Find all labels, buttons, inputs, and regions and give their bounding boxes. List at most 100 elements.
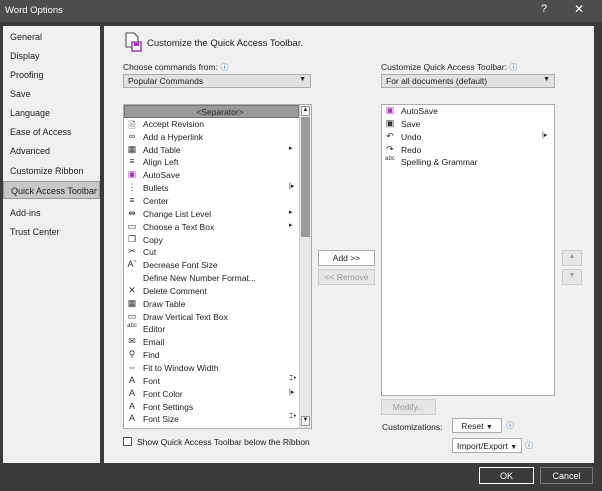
list-level-icon: ⇹ xyxy=(128,207,136,218)
list-item[interactable]: 🗎 Accept Revision xyxy=(124,118,299,131)
list-item[interactable]: abc Spelling & Grammar xyxy=(382,156,554,169)
modify-button[interactable]: Modify... xyxy=(381,399,436,415)
reset-button[interactable]: Reset ▼ xyxy=(452,418,502,433)
align-left-icon: ≡ xyxy=(129,156,135,167)
scroll-up-button[interactable]: ▲ xyxy=(301,106,310,116)
save-icon: ▣ xyxy=(127,169,137,180)
combo-icon: ⌶▾ xyxy=(289,413,297,421)
sidebar: General Display Proofing Save Language Ease o… xyxy=(3,26,100,463)
customize-toolbar-label: Customize Quick Access Toolbar: xyxy=(381,62,507,72)
title-bar: Word Options ? ✕ xyxy=(0,0,602,22)
list-item[interactable]: ✂ Cut xyxy=(124,246,299,259)
list-item-label: AutoSave xyxy=(143,170,180,181)
sidebar-item-proofing[interactable]: Proofing xyxy=(3,66,100,84)
list-item[interactable]: A Font Size ⌶▾ xyxy=(124,413,299,426)
chevron-down-icon: ▼ xyxy=(510,444,518,451)
sidebar-item-add-ins[interactable]: Add-ins xyxy=(3,204,100,222)
show-below-ribbon-label: Show Quick Access Toolbar below the Ribb… xyxy=(137,437,310,447)
list-item[interactable]: ▦ Draw Table xyxy=(124,298,299,311)
submenu-arrow-icon: ▸ xyxy=(289,208,293,216)
list-item[interactable]: ∞ Add a Hyperlink xyxy=(124,131,299,144)
list-item[interactable]: ≡ Align Left xyxy=(124,156,299,169)
move-down-button[interactable]: ▼ xyxy=(562,269,582,285)
list-item-label: Fit to Window Width xyxy=(143,363,219,373)
customize-toolbar-value: For all documents (default) xyxy=(386,76,488,86)
info-icon[interactable]: ⓘ xyxy=(220,63,228,72)
list-item[interactable]: abc Editor xyxy=(124,323,299,336)
ok-button[interactable]: OK xyxy=(479,467,534,484)
remove-button[interactable]: << Remove xyxy=(318,269,375,285)
list-item-label: <Separator> xyxy=(196,107,244,117)
list-item[interactable]: ✉ Email xyxy=(124,336,299,349)
list-item[interactable]: ⇔ Fit to Window Width xyxy=(124,362,299,375)
sidebar-item-display[interactable]: Display xyxy=(3,47,100,65)
redo-icon: ↷ xyxy=(386,143,394,154)
list-item[interactable]: A Font Color |▸ xyxy=(124,388,299,401)
copy-icon: ❐ xyxy=(127,233,137,244)
list-item[interactable]: ≡ Center xyxy=(124,195,299,208)
sidebar-item-language[interactable]: Language xyxy=(3,104,100,122)
list-item-label: Font Color xyxy=(143,388,183,399)
list-item[interactable]: A Font Settings xyxy=(124,401,299,414)
submenu-arrow-icon: |▸ xyxy=(289,388,295,396)
scrollbar-thumb[interactable] xyxy=(301,117,310,237)
toolbar-items-list[interactable]: abc Spelling & Grammar ↷ Redo ↶ Undo |▸ ▣ Save ▣ A… xyxy=(381,104,555,396)
help-button[interactable]: ? xyxy=(541,3,547,15)
list-item[interactable]: Define New Number Format... xyxy=(124,272,299,285)
sidebar-item-general[interactable]: General xyxy=(3,28,100,46)
font-decrease-icon: Aˇ xyxy=(127,259,137,270)
commands-list[interactable]: A Font Size ⌶▾ A Font Settings A Font Color |▸ A… xyxy=(123,104,312,429)
list-item[interactable]: <Separator> xyxy=(124,105,299,118)
list-item[interactable]: ❐ Copy xyxy=(124,234,299,247)
import-export-button[interactable]: Import/Export ▼ xyxy=(452,438,522,453)
list-item[interactable]: ⋮ Bullets |▸ xyxy=(124,182,299,195)
save-icon: ▣ xyxy=(385,105,395,115)
sidebar-item-quick-access-toolbar[interactable]: Quick Access Toolbar xyxy=(3,181,100,199)
list-item[interactable]: ▣ Save xyxy=(382,118,554,131)
close-button[interactable]: ✕ xyxy=(574,2,584,16)
font-settings-icon: A xyxy=(128,400,135,411)
sidebar-item-save[interactable]: Save xyxy=(3,85,100,103)
list-item[interactable]: ⚲ Find xyxy=(124,349,299,362)
list-item[interactable]: ⇹ Change List Level ▸ xyxy=(124,208,299,221)
list-item[interactable]: Aˇ Decrease Font Size xyxy=(124,259,299,272)
list-item[interactable]: ▣ AutoSave xyxy=(382,105,554,118)
show-below-ribbon-checkbox[interactable] xyxy=(123,437,132,446)
list-item-label: Find xyxy=(143,350,160,361)
list-item-label: Undo xyxy=(401,131,422,142)
submenu-arrow-icon: |▸ xyxy=(542,131,548,139)
add-button[interactable]: Add >> xyxy=(318,250,375,266)
list-item[interactable]: A Font ⌶▾ xyxy=(124,375,299,388)
move-up-button[interactable]: ▲ xyxy=(562,250,582,266)
list-item-label: Font xyxy=(143,375,161,386)
sidebar-item-ease-of-access[interactable]: Ease of Access xyxy=(3,123,100,141)
accept-revision-icon: 🗎 xyxy=(128,119,136,130)
text-box-icon: ▭ xyxy=(127,220,137,231)
sidebar-item-trust-center[interactable]: Trust Center xyxy=(3,223,100,241)
list-item[interactable]: ▭ Draw Vertical Text Box xyxy=(124,311,299,324)
list-item-label: Cut xyxy=(143,247,157,258)
list-item[interactable]: ▣ AutoSave xyxy=(124,169,299,182)
submenu-arrow-icon: ▸ xyxy=(289,221,293,229)
sidebar-item-customize-ribbon[interactable]: Customize Ribbon xyxy=(3,162,100,180)
info-icon[interactable]: ⓘ xyxy=(506,420,514,431)
cancel-button[interactable]: Cancel xyxy=(540,467,593,484)
combo-icon: ⌶▾ xyxy=(289,374,297,382)
reset-label: Reset xyxy=(461,421,484,431)
list-item[interactable]: ↶ Undo |▸ xyxy=(382,131,554,144)
choose-commands-dropdown[interactable]: Popular Commands ▼ xyxy=(123,74,311,88)
list-item[interactable]: ↷ Redo xyxy=(382,143,554,157)
list-item[interactable]: ▦ Add Table ▸ xyxy=(124,144,299,157)
list-item[interactable]: ✕ Delete Comment xyxy=(124,285,299,298)
font-icon: A xyxy=(128,374,135,385)
commands-scrollbar[interactable]: ▲ ▼ xyxy=(299,105,311,428)
info-icon[interactable]: ⓘ xyxy=(509,63,517,72)
scroll-down-button[interactable]: ▼ xyxy=(301,416,310,426)
info-icon[interactable]: ⓘ xyxy=(525,440,533,451)
list-item-label: Spelling & Grammar xyxy=(401,157,478,168)
delete-comment-icon: ✕ xyxy=(128,284,136,295)
list-item[interactable]: ▭ Choose a Text Box ▸ xyxy=(124,221,299,234)
customize-toolbar-dropdown[interactable]: For all documents (default) ▼ xyxy=(381,74,555,88)
sidebar-item-advanced[interactable]: Advanced xyxy=(3,142,100,160)
list-item-label: Editor xyxy=(143,324,166,335)
